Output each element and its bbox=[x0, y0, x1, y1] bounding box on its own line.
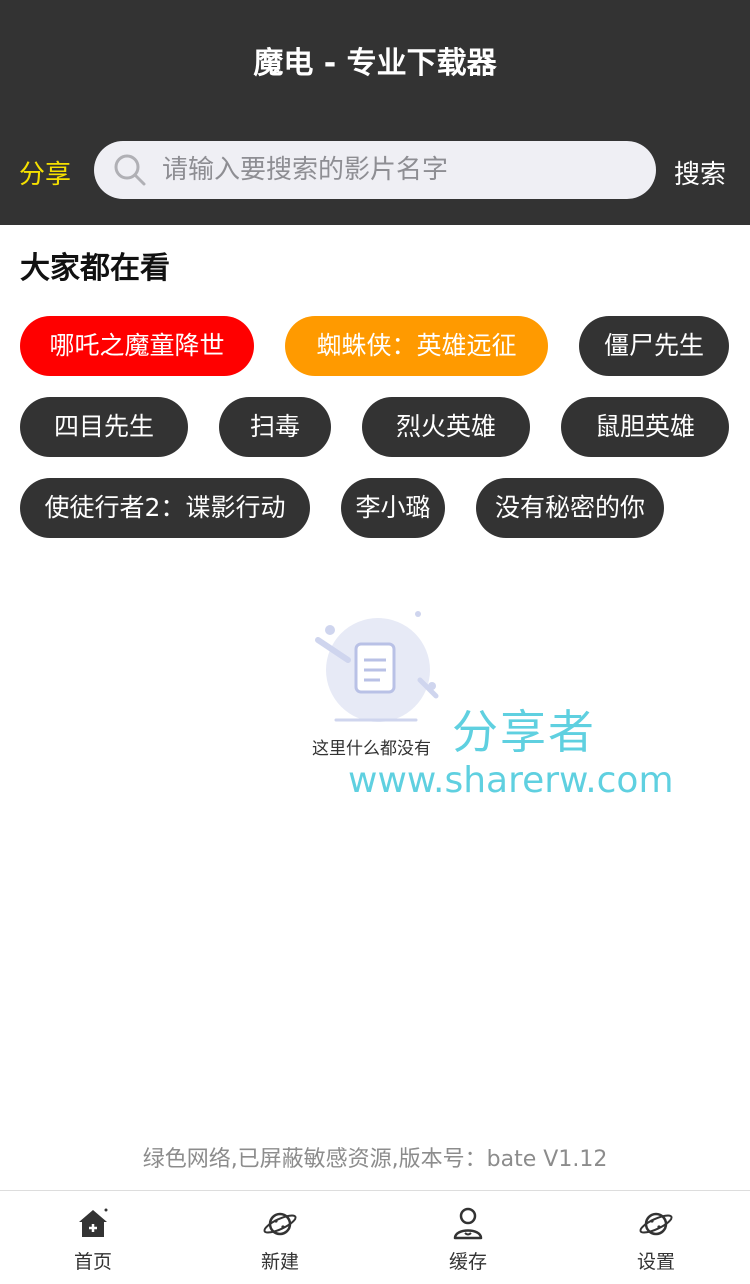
tag-item[interactable]: 没有秘密的你 bbox=[476, 478, 664, 538]
planet-icon bbox=[263, 1212, 297, 1236]
tab-cache[interactable]: 缓存 bbox=[408, 1191, 528, 1284]
tag-item[interactable]: 僵尸先生 bbox=[579, 316, 729, 376]
tag-item[interactable]: 扫毒 bbox=[219, 397, 331, 457]
app-header: 魔电 - 专业下载器 分享 搜索 bbox=[0, 0, 750, 225]
tab-label: 设置 bbox=[636, 1251, 675, 1273]
app-title: 魔电 - 专业下载器 bbox=[253, 46, 497, 81]
search-icon bbox=[114, 154, 146, 186]
tag-item[interactable]: 使徒行者2：谍影行动 bbox=[20, 478, 310, 538]
tab-label: 新建 bbox=[260, 1251, 299, 1273]
tag-item[interactable]: 烈火英雄 bbox=[362, 397, 530, 457]
tab-settings[interactable]: 设置 bbox=[596, 1191, 716, 1284]
search-button[interactable]: 搜索 bbox=[674, 154, 726, 191]
tag-item[interactable]: 四目先生 bbox=[20, 397, 188, 457]
empty-state-text: 这里什么都没有 bbox=[312, 739, 431, 759]
tab-label: 缓存 bbox=[448, 1251, 487, 1273]
home-icon bbox=[79, 1208, 108, 1237]
tag-item[interactable]: 鼠胆英雄 bbox=[561, 397, 729, 457]
watermark-url: www.sharerw.com bbox=[348, 760, 674, 801]
planet-icon bbox=[639, 1212, 673, 1236]
tab-home[interactable]: 首页 bbox=[33, 1191, 153, 1284]
tag-item[interactable]: 哪吒之魔童降世 bbox=[20, 316, 254, 376]
tag-item[interactable]: 蜘蛛侠：英雄远征 bbox=[285, 316, 548, 376]
user-icon bbox=[453, 1207, 483, 1240]
popular-section-title: 大家都在看 bbox=[20, 251, 170, 286]
tag-item[interactable]: 李小璐 bbox=[341, 478, 445, 538]
share-link[interactable]: 分享 bbox=[19, 154, 71, 191]
tab-label: 首页 bbox=[73, 1251, 112, 1273]
search-input[interactable] bbox=[162, 141, 642, 199]
watermark-name: 分享者 bbox=[452, 705, 596, 759]
search-box[interactable] bbox=[94, 141, 656, 199]
bottom-tab-bar: 首页 新建 缓存 设置 bbox=[0, 1190, 750, 1284]
version-note: 绿色网络,已屏蔽敏感资源,版本号：bate V1.12 bbox=[142, 1147, 608, 1172]
tab-new[interactable]: 新建 bbox=[220, 1191, 340, 1284]
